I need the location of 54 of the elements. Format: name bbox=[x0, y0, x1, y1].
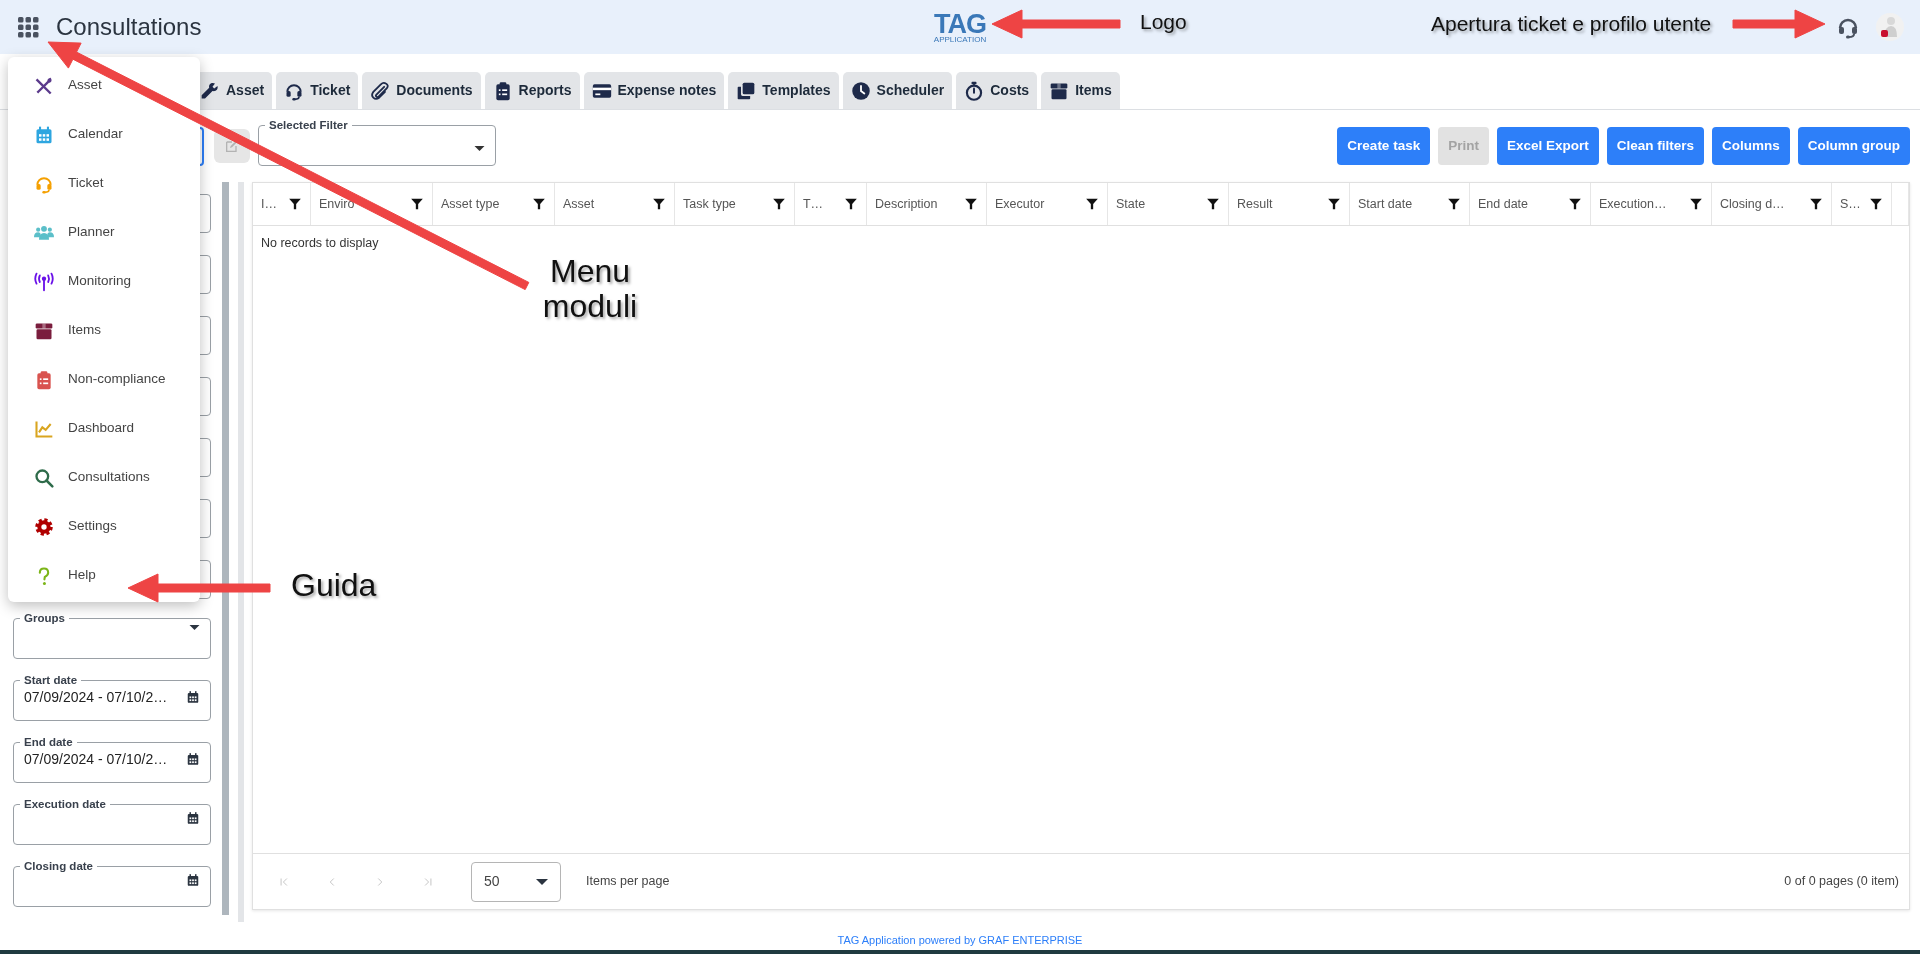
menu-item[interactable]: Ticket bbox=[8, 159, 200, 208]
menu-item[interactable]: Calendar bbox=[8, 110, 200, 159]
column-header: I… bbox=[261, 195, 277, 213]
annotation-label: Logo bbox=[1140, 10, 1187, 34]
tab[interactable]: Ticket bbox=[276, 72, 359, 109]
column-header: T… bbox=[803, 195, 824, 213]
annotation-label: Apertura ticket e profilo utente bbox=[1431, 12, 1712, 36]
column-header: S… bbox=[1840, 195, 1861, 213]
tab[interactable]: Items bbox=[1041, 72, 1120, 109]
annotation-label: Guida bbox=[291, 568, 377, 604]
toolbar-button[interactable]: Excel Export bbox=[1496, 127, 1599, 165]
menu-item[interactable]: Non-compliance bbox=[8, 355, 200, 404]
menu-item[interactable]: Settings bbox=[8, 502, 200, 551]
column-header: End date bbox=[1478, 195, 1529, 213]
date-field[interactable]: Start date 07/09/2024 - 07/10/2… bbox=[13, 675, 211, 721]
toolbar-button[interactable]: Columns bbox=[1712, 127, 1790, 165]
date-field[interactable]: Closing date bbox=[13, 861, 211, 907]
toolbar-button[interactable]: Create task bbox=[1337, 127, 1431, 165]
column-header: Asset bbox=[563, 195, 595, 213]
column-header: Result bbox=[1237, 195, 1273, 213]
menu-item[interactable]: Dashboard bbox=[8, 404, 200, 453]
menu-item[interactable]: Monitoring bbox=[8, 257, 200, 306]
column-header: Asset type bbox=[441, 195, 500, 213]
menu-item[interactable]: Help bbox=[8, 551, 200, 600]
page-size-select[interactable]: 50 bbox=[471, 861, 561, 902]
page-summary: 0 of 0 pages (0 item) bbox=[1784, 873, 1899, 891]
date-field[interactable]: End date 07/09/2024 - 07/10/2… bbox=[13, 737, 211, 783]
annotation-label: Menu moduli bbox=[541, 254, 639, 325]
column-header: Executor bbox=[995, 195, 1045, 213]
tab[interactable]: Costs bbox=[956, 72, 1038, 109]
column-header: Start date bbox=[1358, 195, 1413, 213]
column-header: Enviro bbox=[319, 195, 355, 213]
date-field[interactable]: Execution date bbox=[13, 799, 211, 845]
menu-item[interactable]: Planner bbox=[8, 208, 200, 257]
select-field[interactable]: Groups bbox=[13, 613, 211, 659]
logo: TAG APPLICATION bbox=[933, 11, 987, 43]
menu-item[interactable]: Consultations bbox=[8, 453, 200, 502]
tab[interactable]: Scheduler bbox=[842, 72, 953, 109]
toolbar-button[interactable]: Clean filters bbox=[1606, 127, 1704, 165]
menu-item[interactable]: Items bbox=[8, 306, 200, 355]
column-header: State bbox=[1116, 195, 1146, 213]
tab[interactable]: Templates bbox=[728, 72, 839, 109]
tab[interactable]: Expense notes bbox=[583, 72, 725, 109]
column-header: Description bbox=[875, 195, 938, 213]
tab[interactable]: Reports bbox=[484, 72, 580, 109]
column-header: Task type bbox=[683, 195, 736, 213]
column-header: Execution… bbox=[1599, 195, 1667, 213]
empty-message: No records to display bbox=[261, 235, 380, 252]
page-title: Consultations bbox=[56, 12, 202, 42]
items-per-page-label: Items per page bbox=[586, 873, 670, 891]
column-header: Closing d… bbox=[1720, 195, 1785, 213]
footer-credit: TAG Application powered by GRAF ENTERPRISE bbox=[837, 933, 1083, 948]
tab[interactable]: Documents bbox=[362, 72, 481, 109]
toolbar-button[interactable]: Column group bbox=[1797, 127, 1910, 165]
